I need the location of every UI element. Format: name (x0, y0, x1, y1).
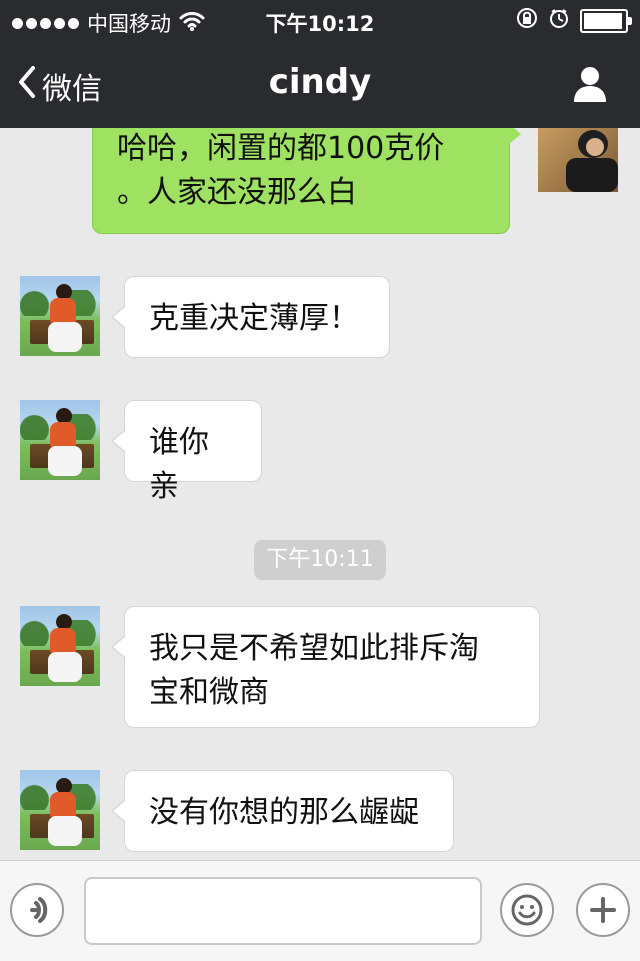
avatar-shirt (566, 158, 618, 192)
status-bar: 中国移动 下午10:12 (0, 0, 640, 40)
message-line: 宝和微商 (149, 675, 269, 710)
message-bubble-incoming[interactable]: 克重决定薄厚！ (111, 276, 390, 358)
user-icon (574, 67, 606, 102)
avatar-body (50, 298, 76, 324)
avatar-cindy[interactable] (20, 276, 100, 356)
battery-fill (584, 12, 622, 29)
message-line: 没有你想的那么龌龊 (149, 795, 419, 830)
avatar-body (50, 628, 76, 654)
voice-icon (30, 897, 48, 923)
avatar-legs (48, 652, 82, 682)
battery-icon (580, 8, 632, 33)
avatar-cindy[interactable] (20, 400, 100, 480)
page-title: cindy (268, 62, 372, 102)
avatar-cindy[interactable] (20, 606, 100, 686)
message-bubble-incoming[interactable]: 谁你亲 (111, 400, 262, 504)
voice-button[interactable] (10, 883, 64, 937)
input-bar (0, 860, 640, 961)
avatar-body (50, 422, 76, 448)
more-button[interactable] (576, 883, 630, 937)
plus-icon (590, 897, 616, 923)
avatar-cindy[interactable] (20, 770, 100, 850)
message-line: 哈哈，闲置的都100克价 (117, 131, 445, 166)
avatar-body (50, 792, 76, 818)
message-line: 克重决定薄厚！ (149, 301, 359, 336)
message-bubble-incoming[interactable]: 没有你想的那么龌龊 (111, 770, 454, 852)
rotation-lock-icon (516, 7, 538, 34)
emoji-button[interactable] (500, 883, 554, 937)
avatar-legs (48, 322, 82, 352)
avatar-me[interactable] (538, 128, 618, 192)
profile-button[interactable] (568, 62, 612, 106)
chat-area[interactable]: 哈哈，闲置的都100克价 。人家还没那么白 克重决定薄厚！ 谁你亲 下午10:1… (0, 128, 640, 860)
status-right (516, 7, 632, 34)
timestamp-pill: 下午10:11 (254, 540, 386, 580)
alarm-icon (548, 7, 570, 34)
message-line: 谁你亲 (149, 425, 209, 504)
message-bubble-outgoing[interactable]: 哈哈，闲置的都100克价 。人家还没那么白 (92, 128, 521, 234)
message-line: 我只是不希望如此排斥淘 (149, 631, 479, 666)
avatar-face (586, 138, 604, 156)
emoji-icon (511, 894, 543, 926)
chat-header: 微信 cindy (0, 40, 640, 128)
message-line: 。人家还没那么白 (117, 175, 357, 210)
avatar-legs (48, 816, 82, 846)
avatar-legs (48, 446, 82, 476)
message-bubble-incoming[interactable]: 我只是不希望如此排斥淘 宝和微商 (111, 606, 540, 728)
message-input[interactable] (84, 877, 482, 945)
